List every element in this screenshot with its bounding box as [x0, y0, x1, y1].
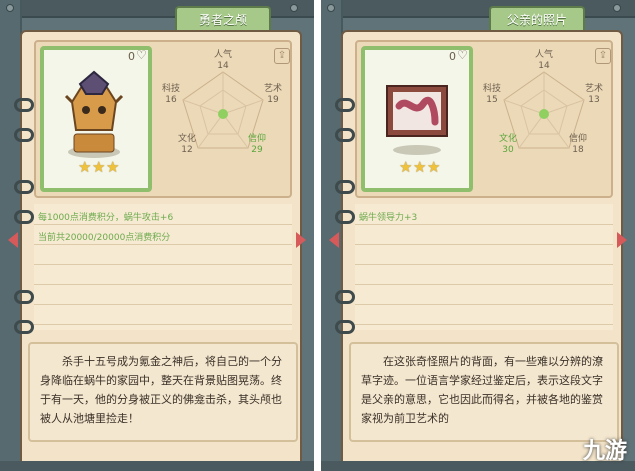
star-icon: ★	[399, 158, 413, 176]
bolt-icon	[327, 4, 335, 12]
left-screen: 勇者之颅 ★ ★ ★ 0 ♡ ⇪ 人气 14 科技 16 艺术 19 文化 12…	[0, 0, 314, 471]
stat-yishu: 艺术 13	[584, 84, 603, 105]
item-portrait: ★ ★ ★	[361, 46, 473, 192]
star-icon: ★	[106, 158, 120, 176]
stat-keji: 科技 15	[482, 84, 501, 105]
tab-item-title[interactable]: 父亲的照片	[489, 6, 585, 32]
metal-frame-top	[321, 0, 635, 18]
item-description: 杀手十五号成为氪金之神后，将自己的一个分身降临在蜗牛的家园中，整天在背景贴图晃荡…	[28, 342, 298, 442]
ring-binder	[14, 128, 34, 142]
ring-binder	[14, 290, 34, 304]
tab-item-title[interactable]: 勇者之颅	[175, 6, 271, 32]
bolt-icon	[613, 4, 621, 12]
star-icon: ★	[78, 158, 92, 176]
ring-binder	[335, 210, 355, 224]
effect-line: 蜗牛领导力+3	[359, 213, 418, 223]
stat-xinyang: 信仰 29	[247, 134, 266, 155]
screenshot-divider	[314, 0, 321, 471]
star-icon: ★	[427, 158, 441, 176]
metal-frame-bottom	[0, 461, 314, 471]
effect-line: 每1000点消费积分，蜗牛攻击+6	[38, 213, 174, 223]
stat-wenhua: 文化 12	[177, 134, 196, 155]
ring-binder	[14, 320, 34, 334]
stat-wenhua: 文化 30	[498, 134, 517, 155]
item-card: ★ ★ ★ 0 ♡ ⇪ 人气 14 科技 15 艺术 13 文化 30 信仰 18	[355, 40, 613, 198]
item-card: ★ ★ ★ 0 ♡ ⇪ 人气 14 科技 16 艺术 19 文化 12 信仰 2…	[34, 40, 292, 198]
notebook-page: ★ ★ ★ 0 ♡ ⇪ 人气 14 科技 16 艺术 19 文化 12 信仰 2…	[20, 30, 302, 471]
ring-binder	[335, 128, 355, 142]
like-count: 0	[128, 50, 135, 63]
arrow-left-icon[interactable]	[329, 232, 339, 248]
heart-icon: ♡	[136, 48, 147, 62]
ring-binder	[14, 210, 34, 224]
item-portrait: ★ ★ ★	[40, 46, 152, 192]
ring-binder	[14, 180, 34, 194]
effect-line: 当前共20000/20000点消费积分	[38, 233, 171, 243]
ring-binder	[335, 290, 355, 304]
arrow-right-icon[interactable]	[617, 232, 627, 248]
like-count: 0	[449, 50, 456, 63]
stat-keji: 科技 16	[161, 84, 180, 105]
ring-binder	[335, 320, 355, 334]
ring-binder	[335, 180, 355, 194]
stat-yishu: 艺术 19	[263, 84, 282, 105]
right-screen: 父亲的照片 ★ ★ ★ 0 ♡ ⇪ 人气 14 科技 15 艺术 13 文化 3…	[321, 0, 635, 471]
heart-icon: ♡	[457, 48, 468, 62]
arrow-left-icon[interactable]	[8, 232, 18, 248]
stat-xinyang: 信仰 18	[568, 134, 587, 155]
stat-renqi: 人气 14	[534, 50, 553, 71]
notebook-page: ★ ★ ★ 0 ♡ ⇪ 人气 14 科技 15 艺术 13 文化 30 信仰 18	[341, 30, 623, 471]
watermark-logo: 九游	[582, 439, 627, 464]
stat-renqi: 人气 14	[213, 50, 232, 71]
item-description: 在这张奇怪照片的背面，有一些难以分辨的潦草字迹。一位语言学家经过鉴定后，表示这段…	[349, 342, 619, 442]
effects-panel: 每1000点消费积分，蜗牛攻击+6 当前共20000/20000点消费积分	[34, 204, 292, 330]
star-icon: ★	[413, 158, 427, 176]
arrow-right-icon[interactable]	[296, 232, 306, 248]
effects-panel: 蜗牛领导力+3	[355, 204, 613, 330]
bolt-icon	[6, 4, 14, 12]
bolt-icon	[290, 4, 298, 12]
ring-binder	[14, 98, 34, 112]
star-icon: ★	[92, 158, 106, 176]
ring-binder	[335, 98, 355, 112]
